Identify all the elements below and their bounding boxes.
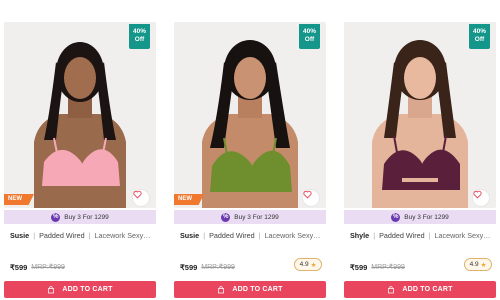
product-name: Susie bbox=[10, 230, 30, 240]
product-image[interactable]: 40% Off NEW bbox=[174, 22, 326, 208]
offer-text: Buy 3 For 1299 bbox=[234, 213, 279, 221]
wishlist-button[interactable] bbox=[472, 189, 490, 207]
price: ₹599 bbox=[10, 262, 28, 272]
offer-icon: % bbox=[221, 212, 231, 222]
discount-badge: 40% Off bbox=[129, 24, 150, 49]
product-name: Susie bbox=[180, 230, 200, 240]
product-card[interactable]: 40% Off % Buy 3 For 1299 Shyle | Padded … bbox=[344, 22, 496, 298]
offer-banner[interactable]: % Buy 3 For 1299 bbox=[174, 210, 326, 224]
price-row: ₹599 MRP:₹999 bbox=[10, 261, 65, 273]
wishlist-button[interactable] bbox=[132, 189, 150, 207]
product-description: Lacework Sexy Half Cov... bbox=[434, 230, 492, 240]
bag-icon bbox=[388, 285, 395, 293]
add-to-cart-label: ADD TO CART bbox=[232, 286, 283, 293]
discount-badge: 40% Off bbox=[299, 24, 320, 49]
product-image[interactable]: 40% Off bbox=[344, 22, 496, 208]
divider: | bbox=[203, 230, 206, 240]
rating-badge[interactable]: 4.9 ★ bbox=[464, 258, 492, 271]
add-to-cart-button[interactable]: ADD TO CART bbox=[174, 281, 326, 298]
mrp: MRP:₹999 bbox=[371, 264, 405, 271]
product-info[interactable]: Susie | Padded Wired | Lacework Sexy Hal… bbox=[180, 230, 322, 240]
product-info[interactable]: Shyle | Padded Wired | Lacework Sexy Hal… bbox=[350, 230, 492, 240]
product-tag: Padded Wired bbox=[209, 230, 255, 240]
product-description: Lacework Sexy Half Cov... bbox=[264, 230, 322, 240]
divider: | bbox=[258, 230, 261, 240]
add-to-cart-label: ADD TO CART bbox=[402, 286, 453, 293]
rating-value: 4.9 bbox=[469, 261, 479, 268]
rating-value: 4.9 bbox=[299, 261, 309, 268]
offer-banner[interactable]: % Buy 3 For 1299 bbox=[344, 210, 496, 224]
product-grid: 40% Off NEW % Buy 3 For 1299 Susie | Pad… bbox=[0, 0, 500, 300]
divider: | bbox=[373, 230, 376, 240]
divider: | bbox=[428, 230, 431, 240]
price-row: ₹599 MRP:₹999 bbox=[350, 261, 405, 273]
divider: | bbox=[88, 230, 91, 240]
add-to-cart-button[interactable]: ADD TO CART bbox=[4, 281, 156, 298]
bag-icon bbox=[48, 285, 55, 293]
product-description: Lacework Sexy Half Cov... bbox=[94, 230, 152, 240]
product-card[interactable]: 40% Off NEW % Buy 3 For 1299 Susie | Pad… bbox=[4, 22, 156, 298]
wishlist-button[interactable] bbox=[302, 189, 320, 207]
rating-badge[interactable]: 4.9 ★ bbox=[294, 258, 322, 271]
offer-banner[interactable]: % Buy 3 For 1299 bbox=[4, 210, 156, 224]
product-card[interactable]: 40% Off NEW % Buy 3 For 1299 Susie | Pad… bbox=[174, 22, 326, 298]
heart-icon bbox=[303, 190, 312, 199]
product-info[interactable]: Susie | Padded Wired | Lacework Sexy Hal… bbox=[10, 230, 152, 240]
star-icon: ★ bbox=[310, 261, 317, 269]
product-tag: Padded Wired bbox=[39, 230, 85, 240]
add-to-cart-label: ADD TO CART bbox=[62, 286, 113, 293]
heart-icon bbox=[133, 190, 142, 199]
bag-icon bbox=[218, 285, 225, 293]
product-image[interactable]: 40% Off NEW bbox=[4, 22, 156, 208]
offer-text: Buy 3 For 1299 bbox=[404, 213, 449, 221]
offer-text: Buy 3 For 1299 bbox=[64, 213, 109, 221]
divider: | bbox=[33, 230, 36, 240]
price-row: ₹599 MRP:₹999 bbox=[180, 261, 235, 273]
price: ₹599 bbox=[180, 262, 198, 272]
product-name: Shyle bbox=[350, 230, 370, 240]
discount-badge: 40% Off bbox=[469, 24, 490, 49]
offer-icon: % bbox=[51, 212, 61, 222]
add-to-cart-button[interactable]: ADD TO CART bbox=[344, 281, 496, 298]
heart-icon bbox=[473, 190, 482, 199]
mrp: MRP:₹999 bbox=[201, 264, 235, 271]
star-icon: ★ bbox=[480, 261, 487, 269]
price: ₹599 bbox=[350, 262, 368, 272]
mrp: MRP:₹999 bbox=[31, 264, 65, 271]
product-tag: Padded Wired bbox=[379, 230, 425, 240]
offer-icon: % bbox=[391, 212, 401, 222]
